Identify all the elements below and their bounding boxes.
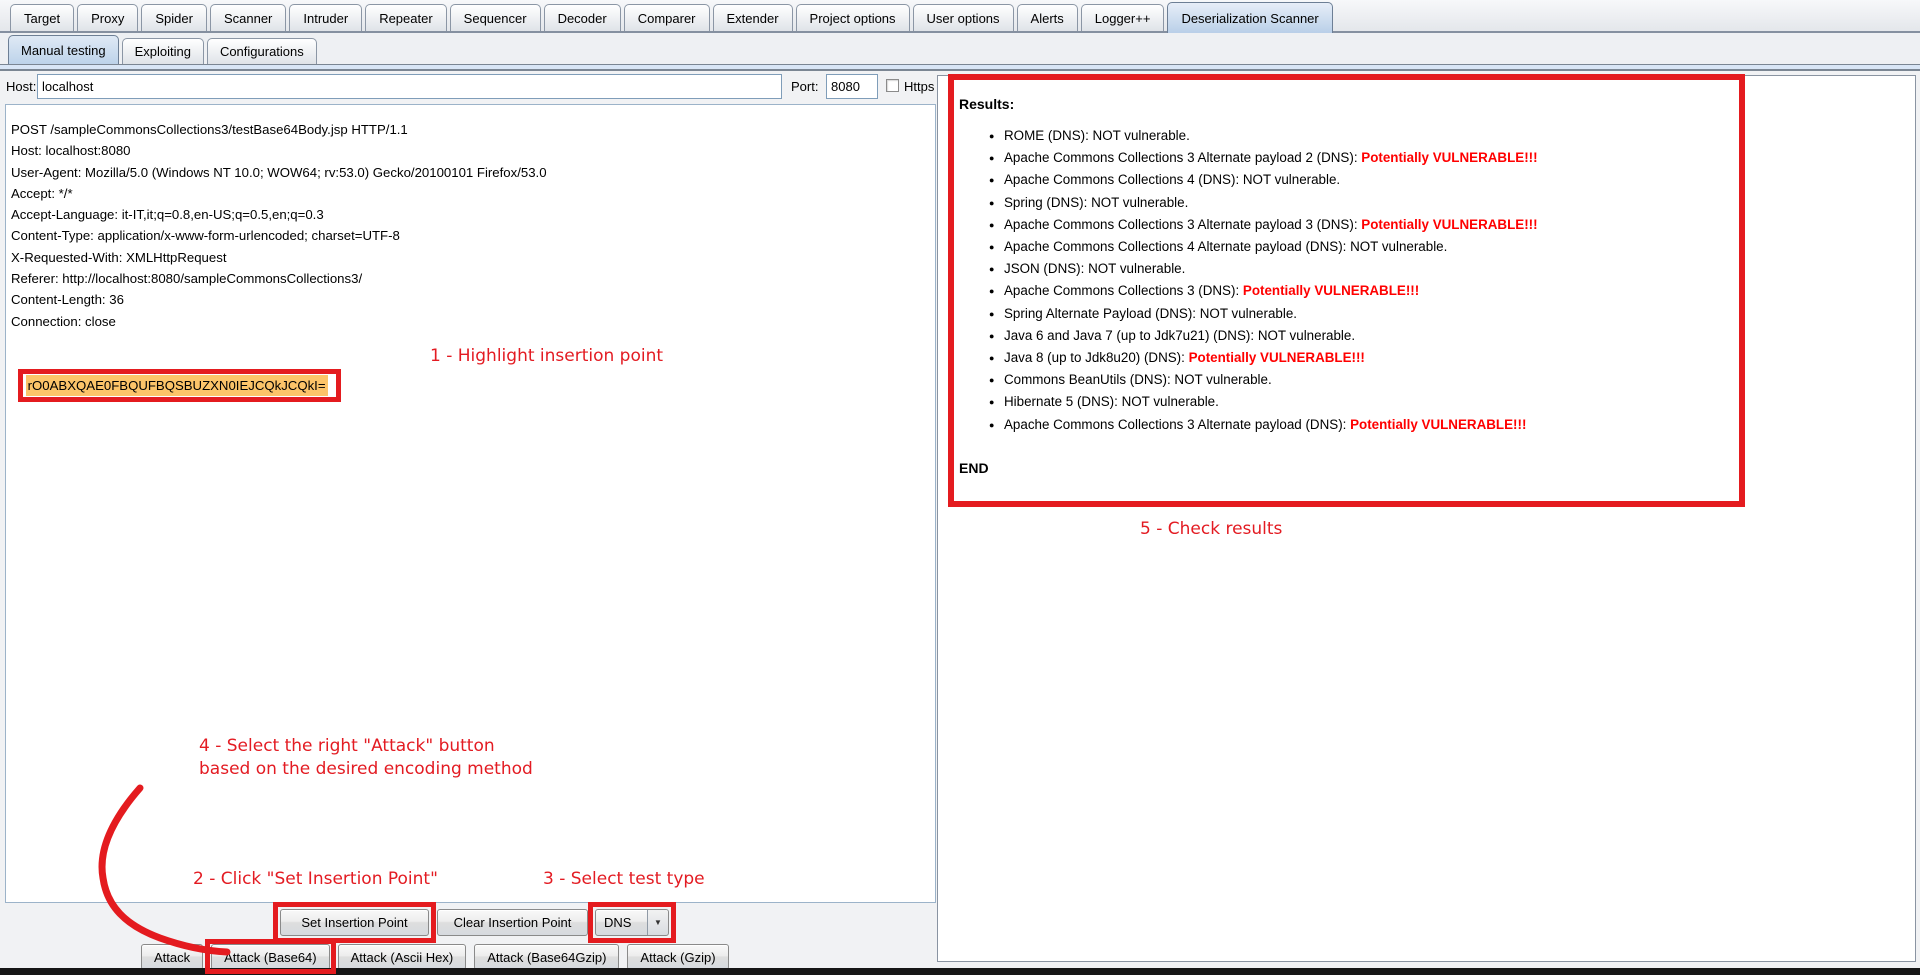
result-item: Spring (DNS): NOT vulnerable.	[989, 192, 1905, 214]
port-input[interactable]	[826, 74, 878, 99]
request-line: Content-Length: 36	[11, 289, 931, 310]
result-payload-name: Java 6 and Java 7 (up to Jdk7u21) (DNS):	[1004, 328, 1258, 343]
attack-button[interactable]: Attack (Ascii Hex)	[338, 944, 467, 970]
result-status: Potentially VULNERABLE!!!	[1189, 350, 1365, 365]
extension-tab[interactable]: Manual testing	[8, 35, 119, 64]
test-type-dropdown[interactable]: DNS ▼	[595, 909, 669, 936]
main-tab[interactable]: Logger++	[1081, 4, 1165, 31]
results-panel: Results: ROME (DNS): NOT vulnerable. Apa…	[937, 75, 1916, 962]
result-status: NOT vulnerable.	[1200, 306, 1297, 321]
results-title: Results:	[959, 96, 1905, 112]
request-line: Accept: */*	[11, 183, 931, 204]
result-item: Java 8 (up to Jdk8u20) (DNS): Potentiall…	[989, 347, 1905, 369]
request-line: Accept-Language: it-IT,it;q=0.8,en-US;q=…	[11, 204, 931, 225]
attack-buttons-row: Attack Attack (Base64) Attack (Ascii Hex…	[141, 944, 729, 970]
result-item: Apache Commons Collections 3 Alternate p…	[989, 147, 1905, 169]
attack-button[interactable]: Attack (Base64Gzip)	[474, 944, 619, 970]
port-label: Port:	[791, 79, 818, 94]
main-tab[interactable]: Target	[10, 4, 74, 31]
main-tab[interactable]: Extender	[713, 4, 793, 31]
result-payload-name: Commons BeanUtils (DNS):	[1004, 372, 1174, 387]
main-tab[interactable]: Repeater	[365, 4, 446, 31]
result-payload-name: Java 8 (up to Jdk8u20) (DNS):	[1004, 350, 1189, 365]
clear-insertion-point-button[interactable]: Clear Insertion Point	[437, 909, 588, 936]
result-payload-name: Apache Commons Collections 3 Alternate p…	[1004, 150, 1361, 165]
result-status: NOT vulnerable.	[1088, 261, 1185, 276]
result-payload-name: Apache Commons Collections 3 Alternate p…	[1004, 417, 1350, 432]
result-item: Hibernate 5 (DNS): NOT vulnerable.	[989, 391, 1905, 413]
result-status: Potentially VULNERABLE!!!	[1361, 217, 1537, 232]
result-item: Apache Commons Collections 4 Alternate p…	[989, 236, 1905, 258]
request-line: User-Agent: Mozilla/5.0 (Windows NT 10.0…	[11, 162, 931, 183]
result-item: Java 6 and Java 7 (up to Jdk7u21) (DNS):…	[989, 325, 1905, 347]
request-editor[interactable]: POST /sampleCommonsCollections3/testBase…	[5, 104, 936, 903]
extension-tab[interactable]: Exploiting	[122, 38, 204, 64]
result-status: Potentially VULNERABLE!!!	[1243, 283, 1419, 298]
result-item: Apache Commons Collections 3 (DNS): Pote…	[989, 280, 1905, 302]
result-item: Apache Commons Collections 3 Alternate p…	[989, 414, 1905, 436]
result-status: NOT vulnerable.	[1350, 239, 1447, 254]
main-tab[interactable]: Alerts	[1017, 4, 1078, 31]
main-tab-bar: Target Proxy Spider Scanner Intruder Rep…	[0, 0, 1920, 33]
result-status: Potentially VULNERABLE!!!	[1361, 150, 1537, 165]
result-payload-name: Apache Commons Collections 4 Alternate p…	[1004, 239, 1350, 254]
main-tab[interactable]: User options	[913, 4, 1014, 31]
highlighted-payload: rO0ABXQAE0FBQUFBQSBUZXN0IEJCQkJCQkI=	[26, 375, 328, 396]
results-list: ROME (DNS): NOT vulnerable. Apache Commo…	[959, 125, 1905, 436]
main-tab[interactable]: Intruder	[289, 4, 362, 31]
main-tab[interactable]: Proxy	[77, 4, 138, 31]
result-payload-name: Apache Commons Collections 3 Alternate p…	[1004, 217, 1361, 232]
request-line: Host: localhost:8080	[11, 140, 931, 161]
result-payload-name: JSON (DNS):	[1004, 261, 1088, 276]
dropdown-arrow-icon[interactable]: ▼	[647, 910, 668, 935]
main-tab[interactable]: Sequencer	[450, 4, 541, 31]
extension-tab-bar: Manual testing Exploiting Configurations	[0, 33, 1920, 64]
attack-button[interactable]: Attack (Base64)	[211, 944, 330, 970]
result-item: Commons BeanUtils (DNS): NOT vulnerable.	[989, 369, 1905, 391]
result-payload-name: Apache Commons Collections 4 (DNS):	[1004, 172, 1243, 187]
attack-button[interactable]: Attack	[141, 944, 203, 970]
main-tab[interactable]: Spider	[141, 4, 207, 31]
https-label: Https	[904, 79, 934, 94]
extension-tab[interactable]: Configurations	[207, 38, 317, 64]
host-input[interactable]	[37, 74, 782, 99]
result-status: Potentially VULNERABLE!!!	[1350, 417, 1526, 432]
main-tab[interactable]: Decoder	[544, 4, 621, 31]
result-status: NOT vulnerable.	[1122, 394, 1219, 409]
test-type-value: DNS	[596, 915, 647, 930]
result-status: NOT vulnerable.	[1243, 172, 1340, 187]
main-tab[interactable]: Deserialization Scanner	[1167, 2, 1332, 33]
result-item: Spring Alternate Payload (DNS): NOT vuln…	[989, 303, 1905, 325]
request-headers: POST /sampleCommonsCollections3/testBase…	[11, 119, 931, 353]
result-payload-name: Spring (DNS):	[1004, 195, 1091, 210]
result-payload-name: Hibernate 5 (DNS):	[1004, 394, 1122, 409]
results-end-label: END	[959, 460, 1905, 476]
result-item: ROME (DNS): NOT vulnerable.	[989, 125, 1905, 147]
request-line: Connection: close	[11, 311, 931, 332]
request-line: Content-Type: application/x-www-form-url…	[11, 225, 931, 246]
set-insertion-point-button[interactable]: Set Insertion Point	[280, 909, 429, 936]
result-payload-name: Spring Alternate Payload (DNS):	[1004, 306, 1200, 321]
request-line	[11, 332, 931, 353]
result-status: NOT vulnerable.	[1174, 372, 1271, 387]
attack-button[interactable]: Attack (Gzip)	[627, 944, 728, 970]
result-status: NOT vulnerable.	[1093, 128, 1190, 143]
host-label: Host:	[6, 79, 36, 94]
request-line: X-Requested-With: XMLHttpRequest	[11, 247, 931, 268]
result-payload-name: ROME (DNS):	[1004, 128, 1093, 143]
result-item: Apache Commons Collections 4 (DNS): NOT …	[989, 169, 1905, 191]
request-line: Referer: http://localhost:8080/sampleCom…	[11, 268, 931, 289]
https-checkbox[interactable]	[886, 79, 899, 92]
request-line: POST /sampleCommonsCollections3/testBase…	[11, 119, 931, 140]
result-item: Apache Commons Collections 3 Alternate p…	[989, 214, 1905, 236]
result-payload-name: Apache Commons Collections 3 (DNS):	[1004, 283, 1243, 298]
tab-separator	[0, 64, 1920, 71]
bottom-edge-strip	[0, 968, 1920, 975]
result-status: NOT vulnerable.	[1091, 195, 1188, 210]
result-status: NOT vulnerable.	[1258, 328, 1355, 343]
main-tab[interactable]: Project options	[796, 4, 910, 31]
result-item: JSON (DNS): NOT vulnerable.	[989, 258, 1905, 280]
main-tab[interactable]: Comparer	[624, 4, 710, 31]
main-tab[interactable]: Scanner	[210, 4, 286, 31]
